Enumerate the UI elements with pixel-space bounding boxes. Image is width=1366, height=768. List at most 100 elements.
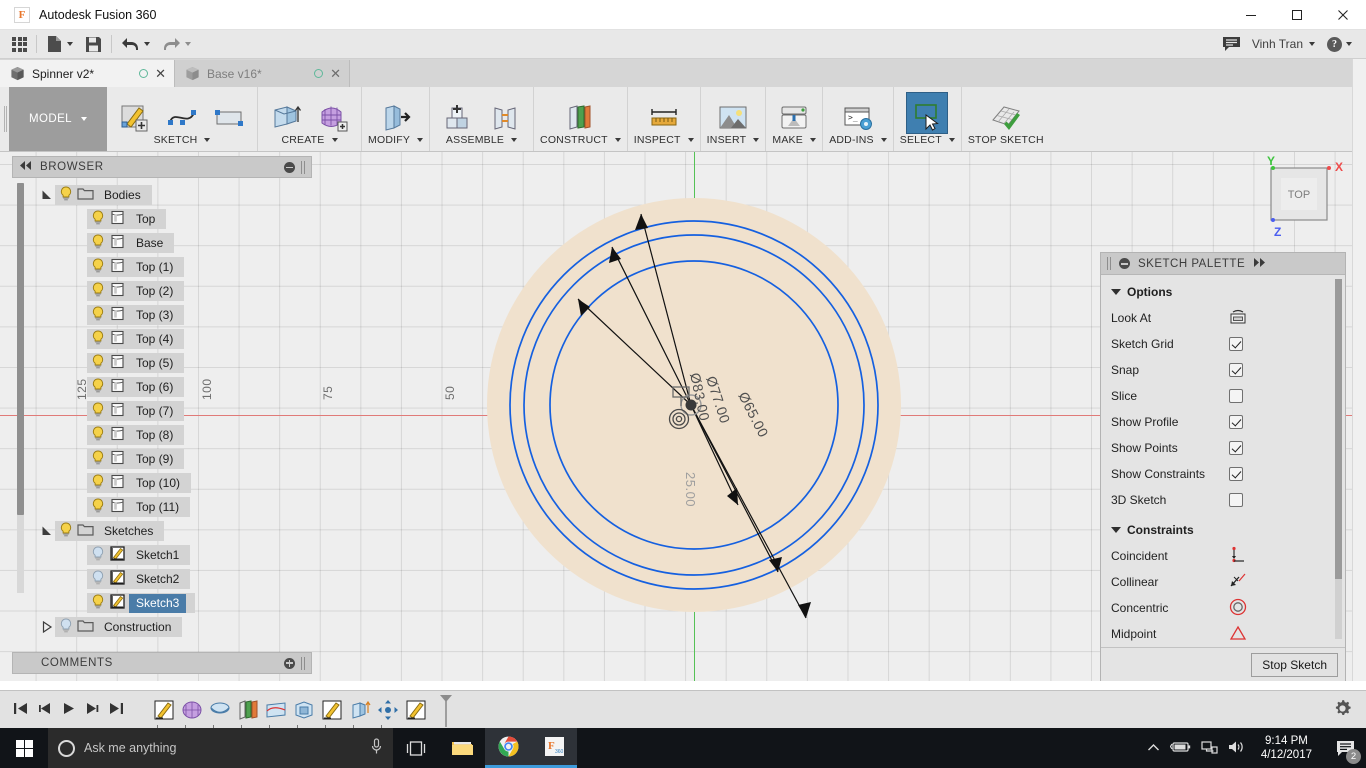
palette-row-show-points[interactable]: Show Points [1101,435,1345,461]
visibility-bulb-icon[interactable] [87,306,109,325]
chrome-icon[interactable] [485,728,531,768]
panel-resize-grip[interactable] [301,656,305,670]
comment-icon[interactable] [1217,30,1246,59]
visibility-bulb-icon[interactable] [87,282,109,301]
palette-row-midpoint[interactable]: Midpoint [1101,621,1345,647]
snap-checkbox[interactable] [1229,363,1243,377]
ribbon-group-label[interactable]: CONSTRUCT [540,134,621,151]
browser-node-top-6[interactable]: Top (6) [12,375,312,399]
visibility-bulb-icon[interactable] [87,354,109,373]
tree-expand-arrow[interactable] [38,525,55,537]
palette-row-slice[interactable]: Slice [1101,383,1345,409]
tree-expand-arrow[interactable] [38,189,55,201]
panel-resize-grip[interactable] [301,160,305,174]
document-tab-spinner[interactable]: Spinner v2* ✕ [0,60,175,87]
network-icon[interactable] [1201,740,1218,757]
rectangle-icon[interactable] [207,99,251,134]
expand-right-icon[interactable] [1253,257,1266,270]
palette-row-snap[interactable]: Snap [1101,357,1345,383]
close-icon[interactable] [1320,0,1366,30]
palette-section-constraints[interactable]: Constraints [1101,513,1345,543]
palette-row-coincident[interactable]: Coincident [1101,543,1345,569]
visibility-bulb-icon[interactable] [87,330,109,349]
browser-node-top-2[interactable]: Top (2) [12,279,312,303]
browser-node-top-3[interactable]: Top (3) [12,303,312,327]
undo-icon[interactable] [115,30,156,59]
task-view-icon[interactable] [393,728,439,768]
browser-node-top-10[interactable]: Top (10) [12,471,312,495]
go-to-beginning-icon[interactable] [12,701,29,719]
palette-row-sketch-grid[interactable]: Sketch Grid [1101,331,1345,357]
document-tab-base[interactable]: Base v16* ✕ [175,60,350,87]
browser-node-top-11[interactable]: Top (11) [12,495,312,519]
volume-icon[interactable] [1228,740,1245,757]
maximize-icon[interactable] [1274,0,1320,30]
search-input[interactable]: Ask me anything [48,728,393,768]
ribbon-group-label[interactable]: ADD-INS [829,134,887,151]
help-menu[interactable]: ? [1321,30,1358,59]
collapse-left-icon[interactable] [19,161,32,173]
browser-node-sketches[interactable]: Sketches [12,519,312,543]
visibility-bulb-icon[interactable] [55,186,77,205]
minimize-icon[interactable] [1228,0,1274,30]
ribbon-group-label[interactable]: MODIFY [368,134,424,151]
palette-scrollbar[interactable] [1335,279,1342,639]
extrude-icon[interactable] [264,99,308,134]
visibility-bulb-icon[interactable] [87,498,109,517]
midpoint-constraint-icon[interactable] [1229,624,1247,645]
shell-feature-icon[interactable] [293,699,315,721]
browser-node-top-8[interactable]: Top (8) [12,423,312,447]
extrude-feature-icon[interactable] [349,699,371,721]
visibility-bulb-icon[interactable] [87,546,109,565]
visibility-bulb-icon[interactable] [87,210,109,229]
palette-row-look-at[interactable]: Look At [1101,305,1345,331]
stop-sketch-button[interactable]: Stop Sketch [1251,652,1338,677]
fusion360-icon[interactable]: F 360 [531,728,577,768]
concentric-constraint-icon[interactable] [1229,598,1247,619]
visibility-bulb-icon[interactable] [55,618,77,637]
form-icon[interactable] [311,99,355,134]
show-profile-checkbox[interactable] [1229,415,1243,429]
save-icon[interactable] [79,30,108,59]
browser-node-sketch3[interactable]: Sketch3 [12,591,312,615]
slice-checkbox[interactable] [1229,389,1243,403]
measure-icon[interactable] [642,99,686,134]
timeline-marker[interactable] [439,694,453,727]
visibility-bulb-icon[interactable] [87,570,109,589]
panel-drag-grip[interactable] [1107,257,1111,270]
minimize-panel-icon[interactable] [284,161,295,173]
create-sketch-icon[interactable] [113,99,157,134]
browser-node-top-5[interactable]: Top (5) [12,351,312,375]
offset-plane-icon[interactable] [558,99,602,134]
browser-node-sketch2[interactable]: Sketch2 [12,567,312,591]
browser-node-bodies[interactable]: Bodies [12,183,312,207]
form-feature-icon[interactable] [181,699,203,721]
tree-expand-arrow[interactable] [38,621,55,633]
modeling-canvas[interactable]: 125 100 75 50 25 Ø65.00 Ø77.00 Ø83.00 25… [0,152,1366,681]
show-hidden-icons-icon[interactable] [1147,741,1160,755]
palette-row-show-constraints[interactable]: Show Constraints [1101,461,1345,487]
close-tab-icon[interactable]: ✕ [330,67,341,80]
ribbon-group-label[interactable]: SKETCH [154,134,211,151]
select-window-icon[interactable] [906,92,949,134]
browser-node-top-4[interactable]: Top (4) [12,327,312,351]
palette-row-concentric[interactable]: Concentric [1101,595,1345,621]
show-points-checkbox[interactable] [1229,441,1243,455]
collinear-constraint-icon[interactable] [1229,572,1247,593]
show-constraints-checkbox[interactable] [1229,467,1243,481]
browser-node-top[interactable]: Top [12,207,312,231]
play-icon[interactable] [60,701,77,719]
clock[interactable]: 9:14 PM 4/12/2017 [1255,734,1318,762]
visibility-bulb-icon[interactable] [87,234,109,253]
windows-start-icon[interactable] [0,728,48,768]
browser-node-sketch1[interactable]: Sketch1 [12,543,312,567]
visibility-bulb-icon[interactable] [87,258,109,277]
browser-node-top-1[interactable]: Top (1) [12,255,312,279]
palette-row-3d-sketch[interactable]: 3D Sketch [1101,487,1345,513]
ribbon-group-label[interactable]: CREATE [281,134,338,151]
user-menu[interactable]: Vinh Tran [1246,30,1321,59]
workspace-switcher[interactable]: MODEL [9,87,107,151]
visibility-bulb-icon[interactable] [87,426,109,445]
spline-icon[interactable] [160,99,204,134]
joint-icon[interactable] [483,99,527,134]
